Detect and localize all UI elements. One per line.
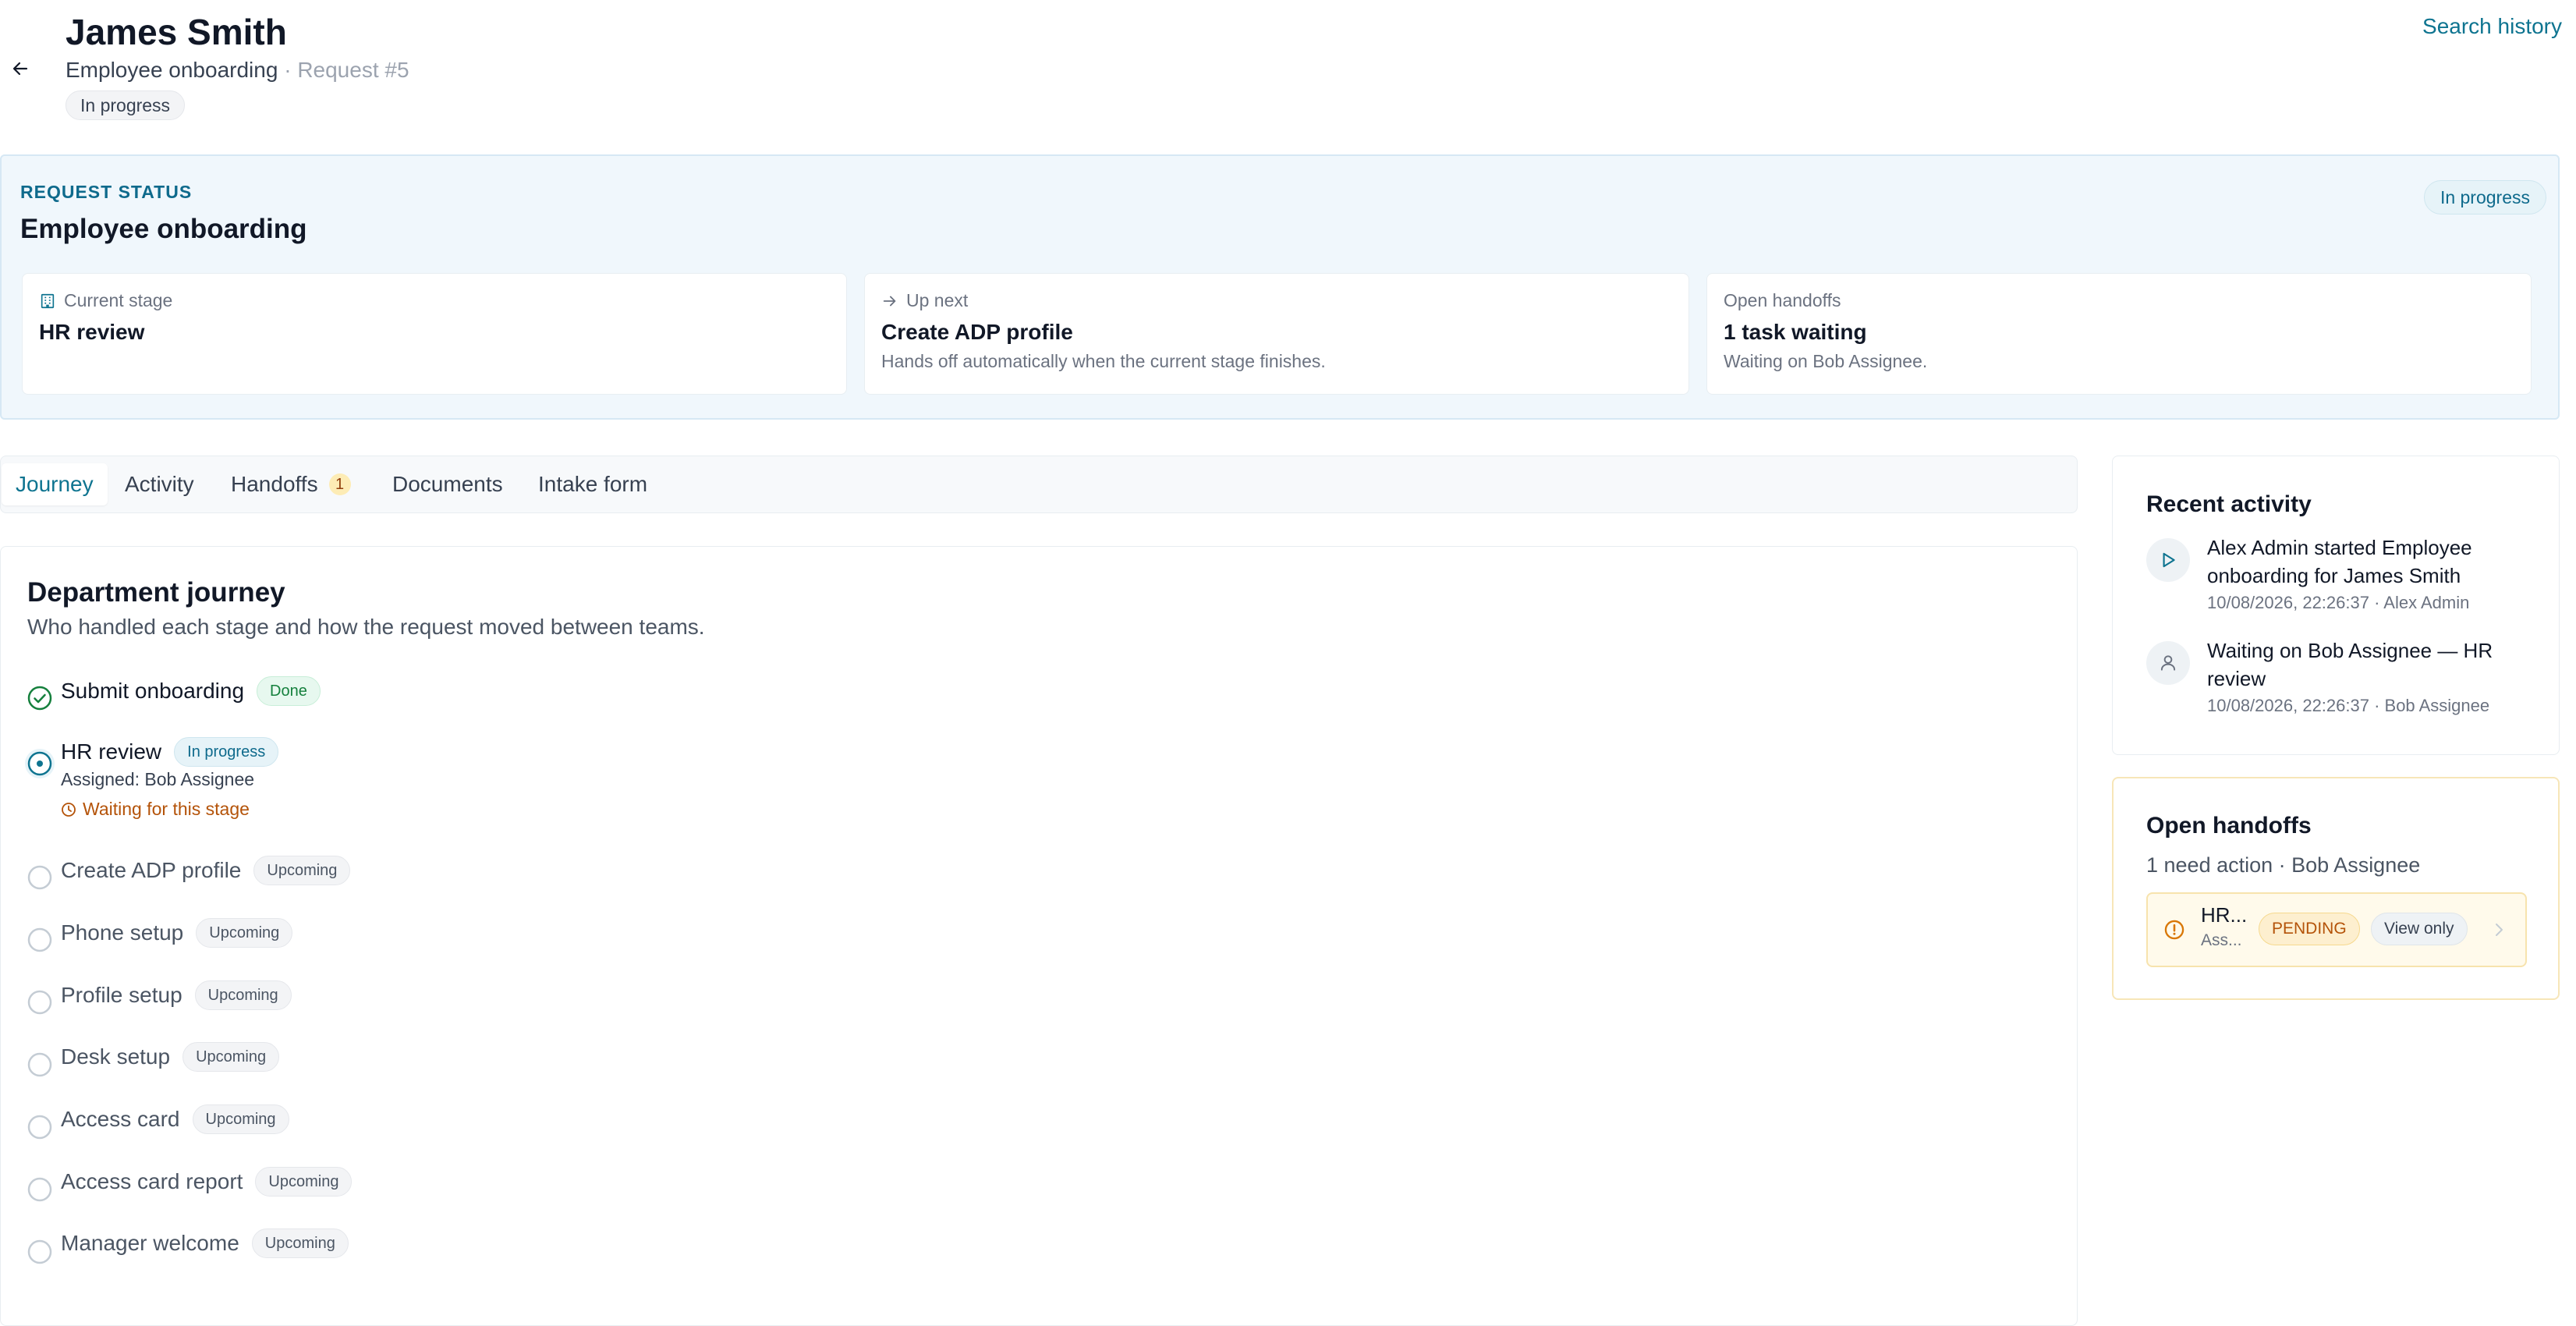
step-label: HR review <box>61 739 162 764</box>
empty-circle-icon <box>27 1239 52 1264</box>
tab-handoffs[interactable]: Handoffs 1 <box>217 463 365 505</box>
tab-documents[interactable]: Documents <box>378 463 517 505</box>
step-badge: In progress <box>174 737 279 767</box>
pending-badge: PENDING <box>2259 913 2360 945</box>
journey-step: Create ADP profile Upcoming <box>61 855 351 886</box>
handoff-name: HR... <box>2201 903 2248 927</box>
empty-circle-icon <box>27 865 52 890</box>
open-handoffs-subtitle: 1 need action · Bob Assignee <box>2146 853 2421 877</box>
activity-meta: 10/08/2026, 22:26:37 · Bob Assignee <box>2207 696 2490 715</box>
open-handoffs-desc: Waiting on Bob Assignee. <box>1724 351 1928 371</box>
up-next-label: Up next <box>881 290 968 311</box>
user-icon <box>2160 655 2176 671</box>
up-next-value: Create ADP profile <box>881 320 1073 344</box>
journey-step: Access card report Upcoming <box>61 1166 353 1197</box>
up-next-label-text: Up next <box>906 290 969 310</box>
back-button[interactable] <box>5 53 36 84</box>
step-badge: Upcoming <box>255 1167 353 1197</box>
activity-icon <box>2146 641 2190 685</box>
journey-step: Manager welcome Upcoming <box>61 1228 349 1259</box>
journey-subtitle: Who handled each stage and how the reque… <box>27 615 705 639</box>
journey-step: Desk setup Upcoming <box>61 1041 280 1072</box>
journey-step: HR review In progress <box>61 736 279 768</box>
tab-intake-form[interactable]: Intake form <box>524 463 661 505</box>
step-badge: Upcoming <box>253 856 351 885</box>
process-name: Employee onboarding <box>66 58 278 82</box>
step-label: Access card report <box>61 1169 243 1193</box>
journey-step: Access card Upcoming <box>61 1104 289 1135</box>
step-badge: Upcoming <box>182 1042 280 1072</box>
open-handoffs-label: Open handoffs <box>1724 290 1841 310</box>
empty-circle-icon <box>27 1177 52 1202</box>
step-waiting-text: Waiting for this stage <box>83 799 250 819</box>
step-badge: Upcoming <box>251 1228 349 1258</box>
current-stage-label-text: Current stage <box>64 290 173 310</box>
in-progress-icon <box>25 749 55 778</box>
building-icon <box>41 293 55 308</box>
journey-title: Department journey <box>27 577 285 608</box>
step-label: Manager welcome <box>61 1231 239 1255</box>
step-badge: Upcoming <box>192 1104 289 1134</box>
chevron-right-icon[interactable] <box>2489 920 2508 939</box>
handoff-assignee: Ass... <box>2201 931 2242 949</box>
check-circle-icon <box>27 686 52 711</box>
step-label: Submit onboarding <box>61 679 245 703</box>
step-badge: Upcoming <box>194 980 292 1010</box>
step-label: Access card <box>61 1107 180 1131</box>
page-subtitle: Employee onboarding · Request #5 <box>66 58 409 83</box>
activity-text: Waiting on Bob Assignee — HR review <box>2207 639 2493 690</box>
empty-circle-icon <box>27 1052 52 1077</box>
tab-activity[interactable]: Activity <box>111 463 208 505</box>
handoffs-count-badge: 1 <box>328 473 351 495</box>
arrow-left-icon <box>12 62 28 76</box>
empty-circle-icon <box>27 990 52 1015</box>
view-only-badge: View only <box>2371 913 2468 945</box>
step-label: Desk setup <box>61 1044 171 1069</box>
step-assignee: Assigned: Bob Assignee <box>61 769 255 789</box>
tab-journey[interactable]: Journey <box>2 463 108 505</box>
status-badge: In progress <box>66 90 186 120</box>
empty-circle-icon <box>27 927 52 952</box>
status-eyebrow: REQUEST STATUS <box>20 182 193 202</box>
open-handoffs-value: 1 task waiting <box>1724 320 1867 344</box>
step-waiting: Waiting for this stage <box>61 799 250 820</box>
recent-activity-title: Recent activity <box>2146 491 2312 517</box>
open-handoffs-title: Open handoffs <box>2146 813 2312 838</box>
status-panel-badge: In progress <box>2423 180 2546 214</box>
empty-circle-icon <box>27 1115 52 1140</box>
page-title: James Smith <box>66 12 287 52</box>
up-next-desc: Hands off automatically when the current… <box>881 351 1326 371</box>
step-badge: Done <box>257 676 321 706</box>
current-stage-value: HR review <box>39 320 145 344</box>
request-number: Request #5 <box>297 58 409 82</box>
clock-icon <box>62 802 76 817</box>
journey-card <box>0 546 2078 1326</box>
search-history-link[interactable]: Search history <box>2422 14 2562 39</box>
step-badge: Upcoming <box>196 918 293 948</box>
tab-handoffs-label: Handoffs <box>231 472 318 496</box>
arrow-right-icon <box>883 296 896 306</box>
current-stage-label: Current stage <box>39 290 172 311</box>
journey-step: Phone setup Upcoming <box>61 917 293 948</box>
separator: · <box>284 58 292 82</box>
alert-circle-icon <box>2164 920 2184 940</box>
step-label: Create ADP profile <box>61 858 242 882</box>
play-icon <box>2163 552 2175 568</box>
activity-icon <box>2146 538 2190 582</box>
journey-step: Profile setup Upcoming <box>61 980 292 1011</box>
status-title: Employee onboarding <box>20 214 307 244</box>
activity-meta: 10/08/2026, 22:26:37 · Alex Admin <box>2207 593 2470 612</box>
journey-step: Submit onboarding Done <box>61 675 321 707</box>
activity-text: Alex Admin started Employee onboarding f… <box>2207 536 2472 587</box>
step-label: Profile setup <box>61 983 182 1007</box>
step-label: Phone setup <box>61 920 184 945</box>
